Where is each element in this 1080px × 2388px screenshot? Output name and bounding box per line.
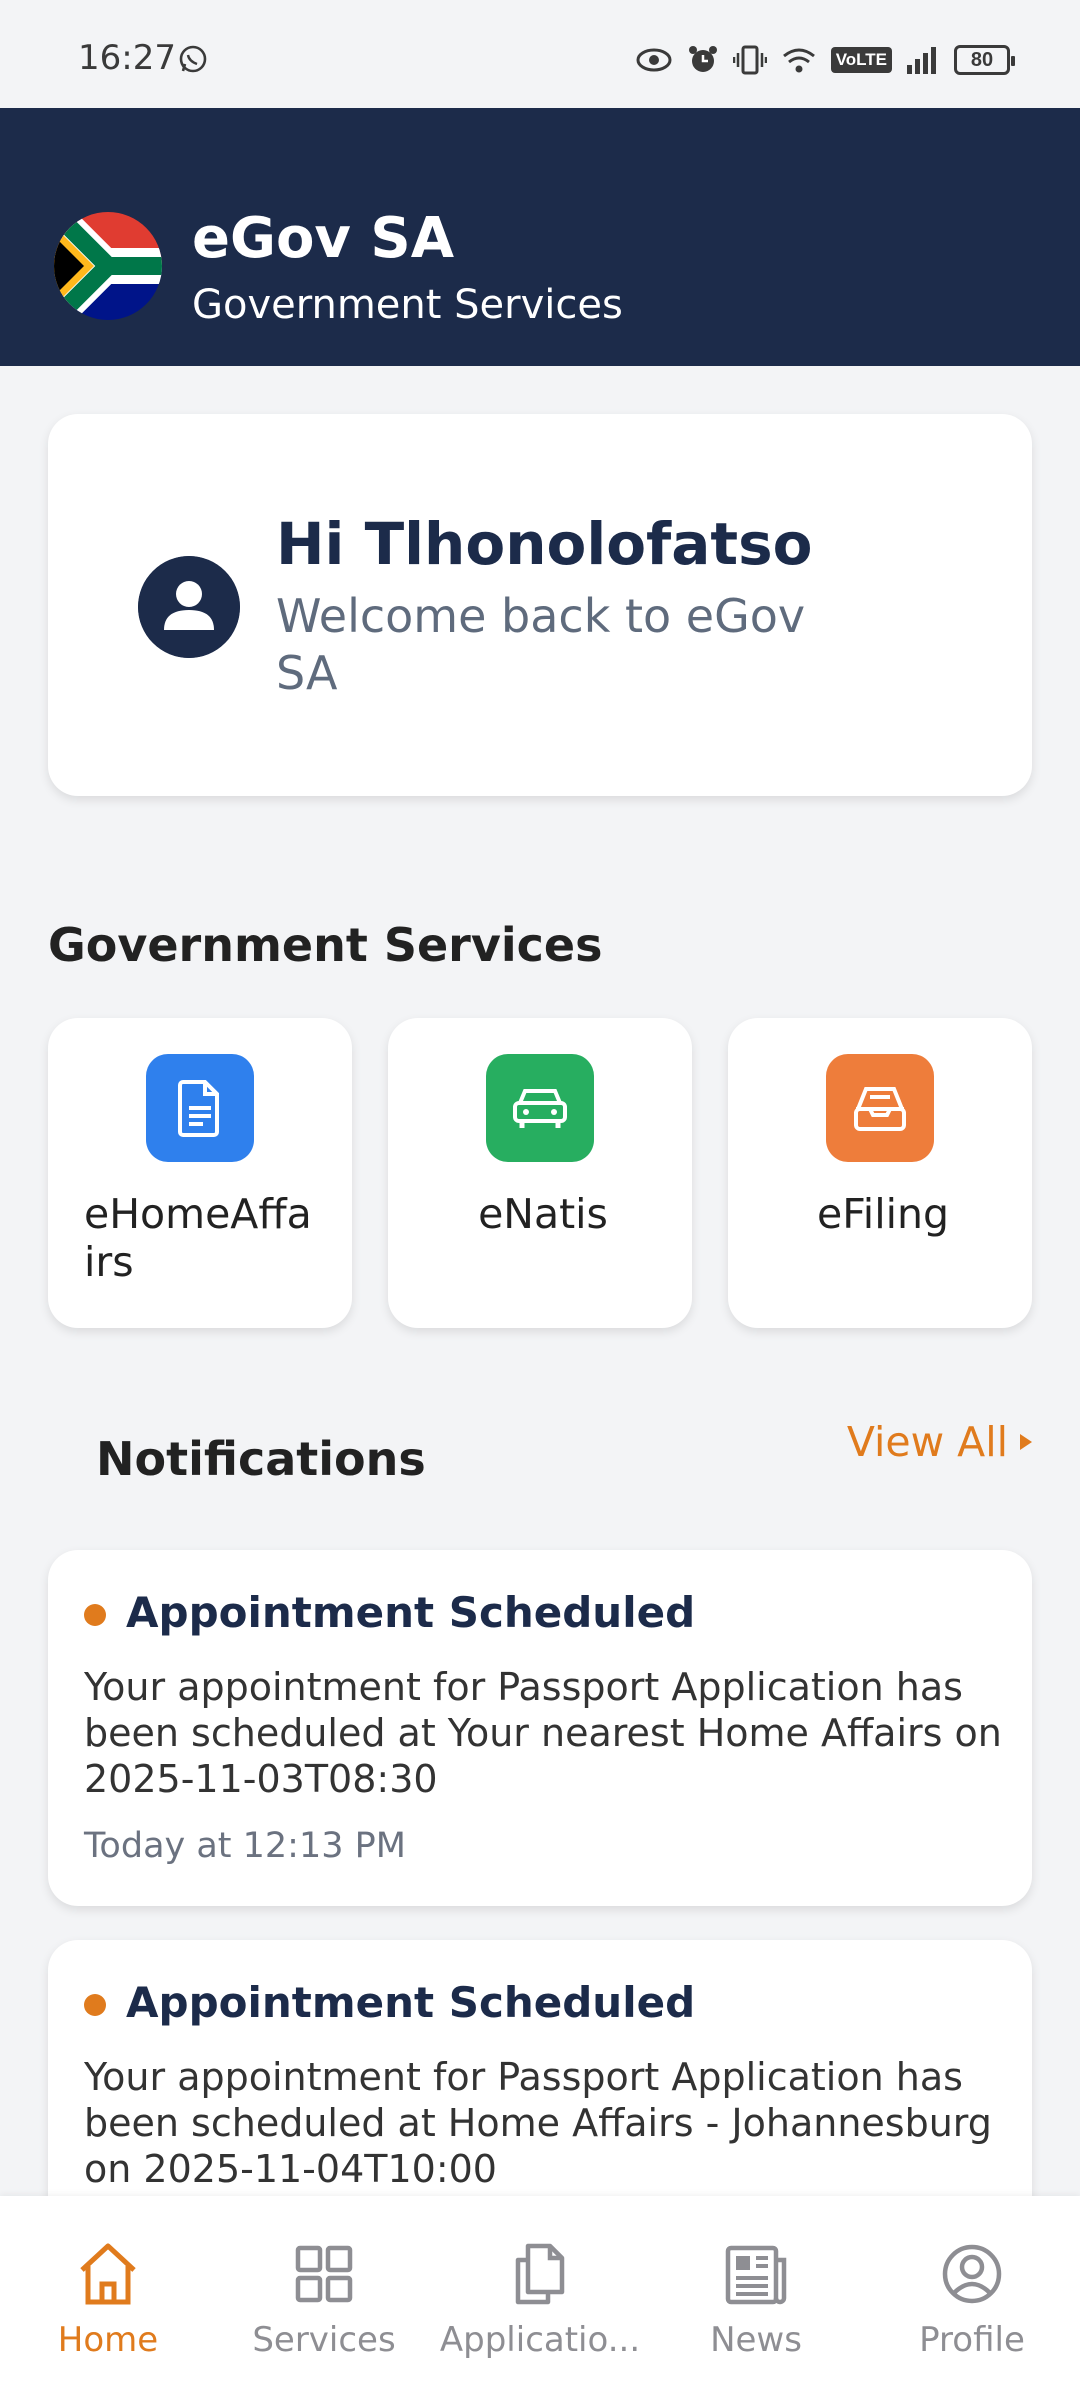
status-bar: 16:27 VoLTE 80: [0, 0, 1080, 108]
service-label: eHomeAffairs: [84, 1190, 312, 1286]
nav-label: Profile: [919, 2320, 1025, 2360]
notifications-title: Notifications: [96, 1432, 426, 1486]
nav-label: Services: [252, 2320, 396, 2360]
welcome-message: Welcome back to eGov SA: [276, 589, 806, 700]
nav-label: Home: [57, 2320, 159, 2360]
view-all-link[interactable]: View All: [847, 1418, 1032, 1466]
documents-icon: [515, 2243, 565, 2305]
nav-item-profile[interactable]: Profile: [864, 2196, 1080, 2388]
vibrate-icon: [732, 45, 767, 75]
unread-dot-icon: [84, 1604, 106, 1626]
alarm-icon: [688, 46, 717, 72]
inbox-icon: [826, 1054, 934, 1162]
nav-item-applications[interactable]: Applicatio...: [432, 2196, 648, 2388]
notification-title: Appointment Scheduled: [126, 1588, 696, 1637]
unread-dot-icon: [84, 1994, 106, 2016]
service-label: eFiling: [816, 1190, 949, 1238]
grid-icon: [295, 2245, 353, 2303]
service-card-enatis[interactable]: eNatis: [388, 1018, 692, 1328]
status-time: 16:27: [78, 38, 176, 78]
service-label: eNatis: [478, 1190, 608, 1238]
view-all-label: View All: [846, 1418, 1008, 1466]
service-card-ehomeaffairs[interactable]: eHomeAffairs: [48, 1018, 352, 1328]
user-avatar-icon[interactable]: [138, 556, 240, 658]
battery-indicator: 80: [954, 45, 1015, 75]
profile-icon: [942, 2244, 1002, 2304]
notification-body: Your appointment for Passport Applicatio…: [84, 2055, 992, 2191]
volte-badge: VoLTE: [830, 47, 892, 73]
greeting-text: Hi Tlhonolofatso: [276, 510, 813, 578]
document-icon: [146, 1054, 254, 1162]
app-title: eGov SA: [192, 206, 455, 271]
services-section-title: Government Services: [48, 918, 603, 972]
notification-body: Your appointment for Passport Applicatio…: [84, 1665, 1002, 1801]
notification-title: Appointment Scheduled: [126, 1978, 696, 2027]
notification-card[interactable]: Appointment Scheduled Your appointment f…: [48, 1550, 1032, 1906]
nav-item-news[interactable]: News: [648, 2196, 864, 2388]
bottom-navigation: Home Services Applicatio... News Profile: [0, 2196, 1080, 2388]
south-africa-flag-logo: [54, 212, 162, 320]
nav-item-services[interactable]: Services: [216, 2196, 432, 2388]
nav-label: Applicatio...: [439, 2320, 641, 2360]
signal-icon: [907, 47, 936, 74]
caret-right-icon: [1020, 1434, 1032, 1450]
whatsapp-icon: [179, 45, 207, 73]
notification-time: Today at 12:13 PM: [84, 1826, 406, 1866]
app-header: eGov SA Government Services: [0, 108, 1080, 366]
nav-item-home[interactable]: Home: [0, 2196, 216, 2388]
welcome-card: Hi Tlhonolofatso Welcome back to eGov SA: [48, 414, 1032, 796]
newspaper-icon: [725, 2245, 787, 2305]
service-card-efiling[interactable]: eFiling: [728, 1018, 1032, 1328]
eye-icon: [636, 48, 672, 72]
wifi-icon: [782, 48, 815, 73]
nav-label: News: [710, 2320, 802, 2360]
home-icon: [80, 2243, 136, 2305]
car-icon: [486, 1054, 594, 1162]
app-subtitle: Government Services: [192, 282, 623, 328]
